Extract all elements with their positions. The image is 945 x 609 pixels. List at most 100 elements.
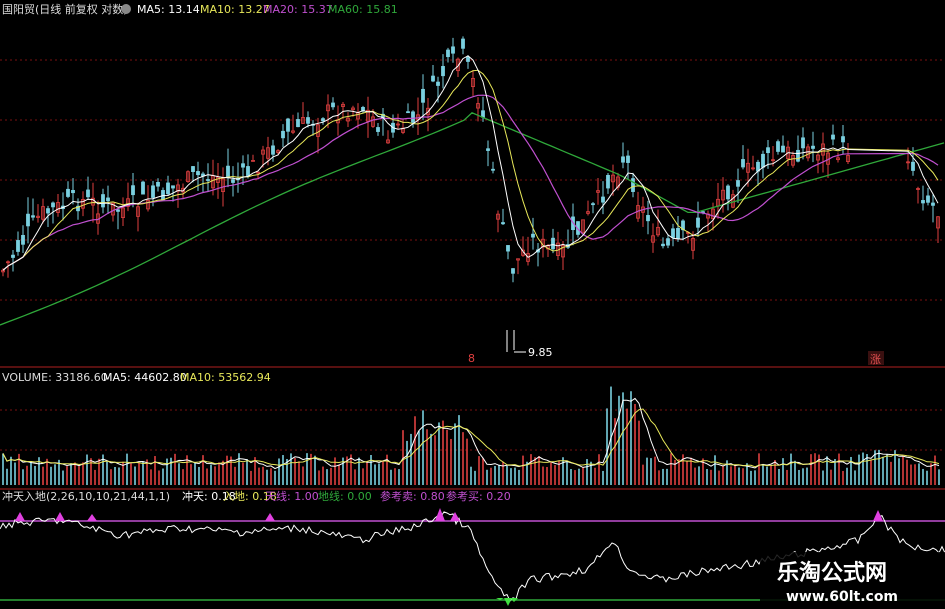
candle-body [451, 46, 455, 54]
candle-body [241, 163, 245, 168]
candle-body [811, 145, 815, 149]
candle-body [166, 182, 170, 195]
candle-body [741, 159, 745, 168]
sell-signal-marker [55, 512, 65, 521]
candle-body [801, 137, 805, 149]
ma5-line [2, 55, 939, 271]
volume-header: VOLUME: 33186.60 MA5: 44602.80 MA10: 535… [2, 371, 271, 384]
signal-markers [15, 508, 883, 606]
volume-grid [0, 409, 945, 451]
candle-body [486, 148, 490, 151]
watermark-title: 乐淘公式网 [777, 560, 887, 586]
candle-body [51, 202, 55, 208]
candle-body [436, 81, 440, 86]
sell-signal-marker [435, 508, 445, 521]
candle-body [781, 145, 785, 153]
candle-body [831, 134, 835, 140]
stock-chart[interactable]: 9.85 8 涨 国阳贸(日线 前复权 对数) MA5: 13.14 MA10:… [0, 0, 945, 609]
sell-signal-marker [450, 512, 460, 521]
candle-body [246, 166, 250, 176]
candle-body [446, 49, 450, 58]
ma20-label: MA20: 15.37 [263, 3, 333, 16]
candle-body [406, 111, 410, 114]
candle-body [491, 168, 495, 171]
candle-body [666, 238, 670, 246]
candle-body [31, 215, 35, 218]
volume-ma5-label: MA5: 44602.80 [103, 371, 187, 384]
candle-body [331, 102, 335, 108]
candle-body [101, 194, 105, 208]
candle-body [191, 166, 195, 172]
buy-ref-label: 参考买: 0.20 [446, 489, 511, 503]
candle-body [726, 185, 730, 200]
chart-title: 国阳贸(日线 前复权 对数) [2, 2, 128, 16]
candle-body [631, 178, 635, 192]
candle-body [11, 254, 15, 258]
sell-ref-label: 参考卖: 0.80 [380, 489, 445, 503]
candle-body [206, 179, 210, 181]
candle-body [531, 233, 535, 238]
candle-body [776, 141, 780, 152]
price-header: 国阳贸(日线 前复权 对数) MA5: 13.14 MA10: 13.27 MA… [2, 2, 398, 16]
candle-body [156, 182, 160, 187]
candle-body [626, 155, 630, 163]
candle-body [591, 203, 595, 206]
candle-body [481, 110, 485, 118]
candle-body [46, 208, 50, 214]
candle-body [796, 149, 800, 162]
candle-body [361, 107, 365, 111]
candle-body [621, 156, 625, 163]
buy-signal-marker [504, 598, 512, 606]
ma10-label: MA10: 13.27 [200, 3, 270, 16]
candle-body [671, 228, 675, 238]
candle-body [106, 197, 110, 202]
candle-body [296, 119, 300, 128]
candle-body [16, 240, 20, 252]
candle-body [606, 174, 610, 189]
volume-label: VOLUME: 33186.60 [2, 371, 108, 384]
volume-ma10-line [2, 408, 940, 468]
candle-body [466, 56, 470, 62]
candle-body [601, 196, 605, 203]
candle-body [661, 243, 665, 247]
sell-signal-marker [15, 512, 25, 521]
candle-body [736, 180, 740, 187]
candle-body [646, 215, 650, 222]
candle-body [441, 66, 445, 77]
candle-body [696, 217, 700, 228]
indicator-header: 冲天入地(2,26,10,10,21,44,1,1) 冲天: 0.18 入地: … [2, 489, 511, 503]
candle-body [86, 189, 90, 198]
candle-body [281, 130, 285, 139]
candle-body [271, 145, 275, 155]
candle-body [151, 185, 155, 198]
candle-body [411, 111, 415, 123]
candle-body [766, 147, 770, 154]
volume-ma5-line [2, 397, 940, 470]
candle-body [171, 185, 175, 189]
candle-body [911, 161, 915, 171]
watermark-url: www.60lt.com [786, 589, 898, 605]
indicator-name: 冲天入地(2,26,10,10,21,44,1,1) [2, 489, 170, 503]
candle-body [926, 195, 930, 203]
candle-body [306, 117, 310, 124]
candle-body [461, 38, 465, 49]
candle-body [321, 118, 325, 122]
candle-body [71, 189, 75, 194]
right-event-mark: 涨 [870, 353, 881, 366]
candle-body [551, 237, 555, 250]
dixian-label: 地线: 0.00 [318, 489, 372, 503]
candle-body [376, 127, 380, 132]
candle-body [421, 88, 425, 103]
candle-body [501, 222, 505, 225]
left-event-mark: 8 [468, 352, 475, 365]
candle-body [676, 228, 680, 240]
candle-body [506, 245, 510, 252]
candle-body [431, 75, 435, 82]
candle-body [841, 136, 845, 143]
candle-body [231, 179, 235, 183]
candle-body [116, 209, 120, 212]
candle-body [66, 188, 70, 197]
ma60-label: MA60: 15.81 [328, 3, 398, 16]
candle-body [21, 234, 25, 245]
low-price-marker: 9.85 [506, 330, 553, 359]
